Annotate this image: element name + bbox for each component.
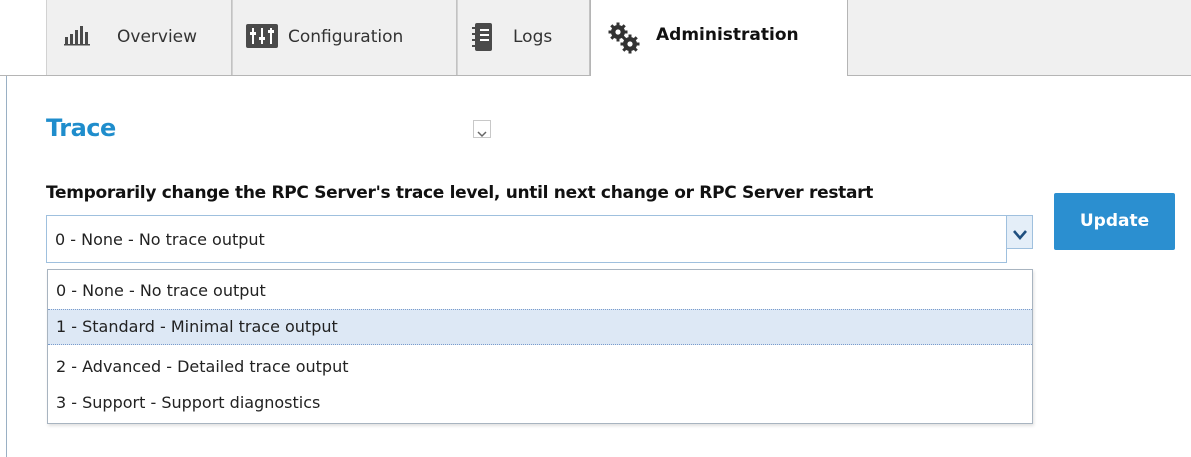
tab-configuration-label: Configuration [288, 27, 404, 47]
trace-level-combobox[interactable]: 0 - None - No trace output [46, 215, 1007, 263]
caret-down-icon [1011, 226, 1029, 245]
tab-overview[interactable]: Overview [46, 0, 232, 76]
section-title: Trace [46, 114, 116, 142]
bar-chart-icon [64, 24, 90, 50]
tab-logs[interactable]: Logs [457, 0, 590, 76]
chevron-down-icon [477, 124, 487, 143]
update-button[interactable]: Update [1054, 193, 1175, 250]
trace-level-dropdown-button[interactable] [1006, 215, 1033, 249]
option-trace-2[interactable]: 2 - Advanced - Detailed trace output [48, 349, 1032, 385]
trace-level-value[interactable]: 0 - None - No trace output [55, 230, 265, 249]
panel-border [6, 76, 7, 457]
tab-bar: Overview Configuration Logs Administrati… [0, 0, 1191, 76]
trace-level-label: Temporarily change the RPC Server's trac… [46, 183, 874, 203]
gears-icon [608, 22, 640, 58]
section-collapse-button[interactable] [473, 120, 491, 138]
tab-configuration[interactable]: Configuration [232, 0, 457, 76]
notebook-icon [472, 23, 494, 55]
option-trace-0[interactable]: 0 - None - No trace output [48, 273, 1032, 309]
tab-administration-label: Administration [656, 25, 799, 45]
option-trace-3[interactable]: 3 - Support - Support diagnostics [48, 385, 1032, 421]
tab-logs-label: Logs [513, 27, 553, 47]
sliders-icon [246, 24, 278, 52]
tab-bar-filler [848, 0, 1191, 76]
option-trace-1[interactable]: 1 - Standard - Minimal trace output [48, 309, 1032, 345]
trace-level-options-list: 0 - None - No trace output 1 - Standard … [47, 269, 1033, 424]
tab-overview-label: Overview [117, 27, 198, 47]
tab-administration[interactable]: Administration [590, 0, 848, 76]
